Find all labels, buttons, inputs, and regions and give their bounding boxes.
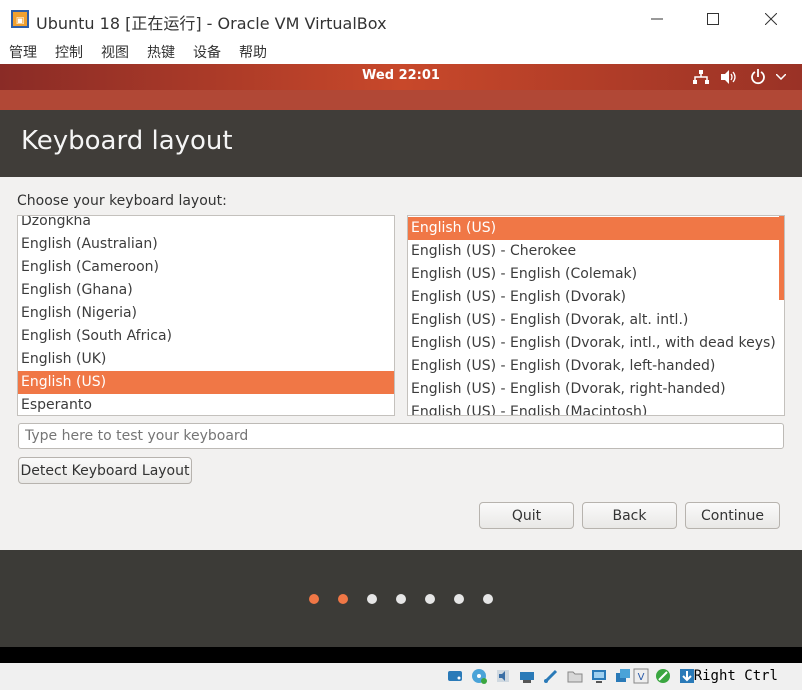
progress-dot-done [309, 594, 319, 604]
window-titlebar: ▣ Ubuntu 18 [正在运行] - Oracle VM VirtualBo… [0, 0, 802, 38]
display-icon[interactable] [591, 668, 607, 684]
close-icon [765, 13, 777, 25]
list-item[interactable]: English (US) - English (Macintosh) [408, 401, 784, 415]
network-adapter-icon[interactable] [519, 668, 535, 684]
variant-list[interactable]: English (US) English (US) - Cherokee Eng… [407, 215, 785, 416]
recording-icon[interactable] [615, 668, 631, 684]
progress-dot [396, 594, 406, 604]
usb-icon[interactable] [543, 668, 559, 684]
menu-control[interactable]: 控制 [55, 42, 83, 62]
list-item[interactable]: English (US) - English (Colemak) [408, 263, 784, 286]
list-item[interactable]: English (US) - English (Dvorak, alt. int… [408, 309, 784, 332]
list-item[interactable]: English (South Africa) [18, 325, 394, 348]
menubar: 管理 控制 视图 热键 设备 帮助 [0, 38, 802, 64]
list-item[interactable]: Esperanto [18, 394, 394, 415]
guest-screen-border [0, 647, 802, 663]
virtualbox-icon: ▣ [11, 10, 29, 28]
optical-drive-icon[interactable] [471, 668, 487, 684]
window-title: Ubuntu 18 [正在运行] - Oracle VM VirtualBox [36, 14, 387, 33]
mouse-integration-icon[interactable] [655, 668, 671, 684]
volume-icon[interactable] [721, 70, 737, 84]
progress-dot-done [338, 594, 348, 604]
svg-text:▣: ▣ [16, 16, 25, 26]
installer-header: Keyboard layout [0, 110, 802, 177]
list-item[interactable]: English (US) - English (Dvorak, left-han… [408, 355, 784, 378]
power-icon[interactable] [750, 69, 766, 85]
shared-folders-icon[interactable] [567, 668, 583, 684]
list-item[interactable]: English (US) - English (Dvorak, right-ha… [408, 378, 784, 401]
prompt-label: Choose your keyboard layout: [17, 193, 227, 209]
progress-dot [425, 594, 435, 604]
vbox-statusbar: V Right Ctrl [0, 663, 802, 690]
network-icon[interactable] [693, 70, 709, 85]
keyboard-capture-icon[interactable] [679, 668, 695, 684]
svg-text:V: V [638, 672, 645, 683]
progress-dot [454, 594, 464, 604]
back-button[interactable]: Back [582, 502, 677, 529]
list-item[interactable]: Dzongkha [18, 216, 394, 233]
list-item[interactable]: English (UK) [18, 348, 394, 371]
minimize-button[interactable] [628, 0, 686, 38]
progress-dot [367, 594, 377, 604]
minimize-icon [651, 18, 663, 20]
progress-footer [0, 550, 802, 647]
quit-button[interactable]: Quit [479, 502, 574, 529]
list-item[interactable]: English (US) - English (Dvorak) [408, 286, 784, 309]
scrollbar-thumb[interactable] [779, 216, 784, 300]
host-key-label: Right Ctrl [693, 668, 778, 684]
desktop-background [0, 90, 802, 110]
layout-list[interactable]: Dzongkha English (Australian) English (C… [17, 215, 395, 416]
detect-layout-button[interactable]: Detect Keyboard Layout [18, 457, 192, 484]
menu-help[interactable]: 帮助 [239, 42, 267, 62]
menu-hotkeys[interactable]: 热键 [147, 42, 175, 62]
list-item[interactable]: English (Ghana) [18, 279, 394, 302]
progress-dot [483, 594, 493, 604]
menu-view[interactable]: 视图 [101, 42, 129, 62]
close-button[interactable] [742, 0, 800, 38]
list-item[interactable]: English (Australian) [18, 233, 394, 256]
list-item[interactable]: English (Nigeria) [18, 302, 394, 325]
list-item-selected[interactable]: English (US) [408, 217, 784, 240]
list-item[interactable]: English (Cameroon) [18, 256, 394, 279]
vt-x-icon[interactable]: V [633, 668, 649, 684]
list-item[interactable]: English (US) - English (Dvorak, intl., w… [408, 332, 784, 355]
menu-manage[interactable]: 管理 [9, 42, 37, 62]
ubuntu-topbar: Wed 22:01 [0, 64, 802, 90]
continue-button[interactable]: Continue [685, 502, 780, 529]
list-item-selected[interactable]: English (US) [18, 371, 394, 394]
menu-devices[interactable]: 设备 [193, 42, 221, 62]
keyboard-test-input[interactable] [18, 423, 784, 449]
maximize-icon [707, 13, 719, 25]
hdd-icon[interactable] [447, 668, 463, 684]
chevron-down-icon[interactable] [776, 74, 786, 80]
audio-icon[interactable] [495, 668, 511, 684]
maximize-button[interactable] [684, 0, 742, 38]
page-title: Keyboard layout [21, 126, 233, 156]
list-item[interactable]: English (US) - Cherokee [408, 240, 784, 263]
clock[interactable]: Wed 22:01 [0, 68, 802, 83]
